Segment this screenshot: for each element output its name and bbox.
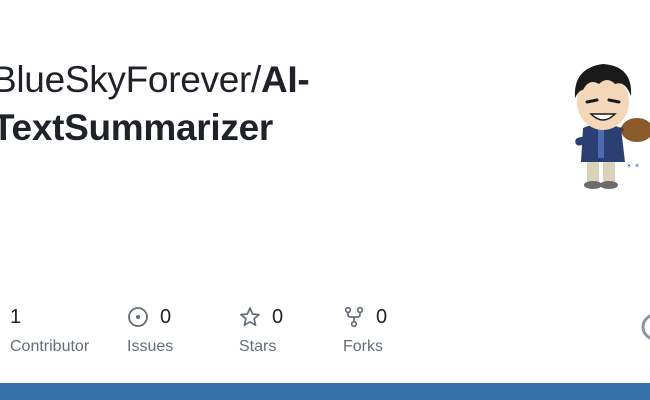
- contributors-count: 1: [10, 305, 22, 328]
- issue-opened-icon: [128, 307, 148, 327]
- repo-stats: 1 Contributor 0 Issues 0 Stars 0 Forks: [0, 304, 650, 364]
- stat-issues[interactable]: 0 Issues: [127, 304, 173, 356]
- svg-text:✶ ✶: ✶ ✶: [626, 162, 640, 170]
- stat-stars[interactable]: 0 Stars: [239, 304, 283, 356]
- issues-label: Issues: [127, 338, 174, 355]
- repo-social-card: BlueSkyForever/AI- TextSummarizer ✶ ✶ 1: [0, 0, 650, 400]
- repo-title[interactable]: BlueSkyForever/AI- TextSummarizer: [0, 56, 512, 152]
- repo-forked-icon: [344, 306, 364, 328]
- repo-name-part1[interactable]: AI-: [261, 59, 310, 100]
- stat-contributors[interactable]: 1 Contributor: [10, 304, 89, 356]
- stat-forks[interactable]: 0 Forks: [343, 304, 387, 356]
- owner-avatar[interactable]: ✶ ✶: [555, 50, 650, 190]
- contributors-label: Contributor: [10, 338, 90, 355]
- stars-count: 0: [272, 305, 284, 328]
- stars-label: Stars: [239, 338, 277, 355]
- language-bar: [0, 383, 650, 400]
- forks-label: Forks: [343, 338, 383, 355]
- github-logo-icon: [641, 314, 650, 340]
- repo-name-part2[interactable]: TextSummarizer: [0, 107, 273, 148]
- star-icon: [240, 307, 260, 327]
- forks-count: 0: [376, 305, 388, 328]
- issues-count: 0: [160, 305, 172, 328]
- repo-separator: /: [251, 59, 261, 100]
- repo-owner[interactable]: BlueSkyForever: [0, 59, 251, 100]
